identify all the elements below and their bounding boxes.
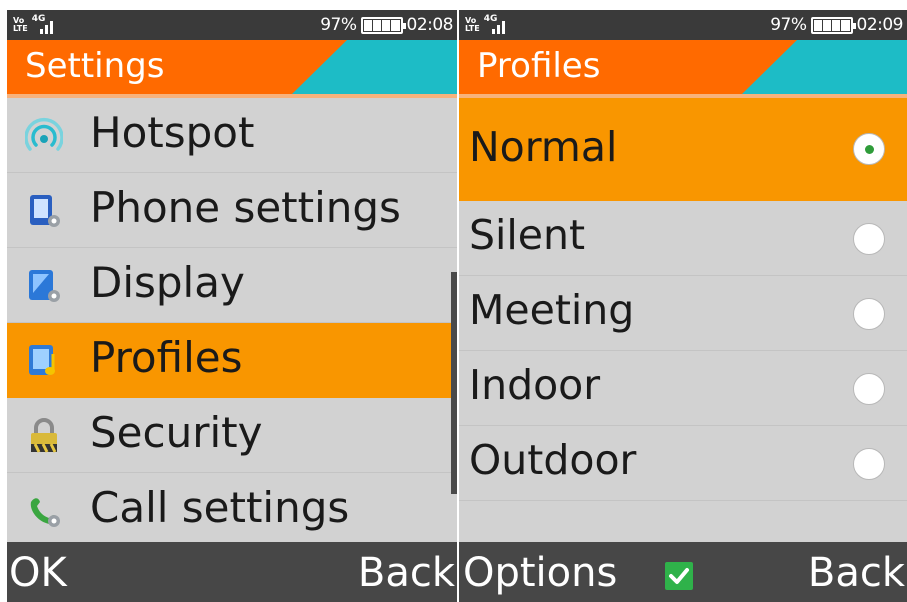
ok-softkey[interactable]: OK bbox=[9, 550, 67, 596]
profile-option-meeting[interactable]: Meeting bbox=[459, 276, 907, 351]
profiles-screen: Vo LTE 4G 97% 02:09 Profiles Normal Sile… bbox=[459, 10, 907, 602]
signal-icon: 4G bbox=[32, 14, 64, 36]
menu-item-security[interactable]: Security bbox=[7, 398, 457, 473]
display-icon bbox=[25, 267, 63, 305]
hotspot-icon bbox=[24, 117, 64, 155]
battery-icon bbox=[810, 16, 856, 34]
checkmark-icon[interactable] bbox=[665, 562, 693, 590]
menu-item-label: Security bbox=[90, 408, 263, 457]
page-title: Settings bbox=[25, 46, 165, 86]
menu-item-label: Call settings bbox=[90, 483, 350, 532]
softkey-bar: Options Back bbox=[459, 542, 907, 602]
menu-item-label: Hotspot bbox=[90, 108, 255, 157]
softkey-bar: OK Back bbox=[7, 542, 457, 602]
status-bar: Vo LTE 4G 97% 02:08 bbox=[7, 10, 457, 40]
volte-icon: Vo LTE bbox=[13, 16, 28, 33]
title-bar: Settings bbox=[7, 40, 457, 94]
status-bar: Vo LTE 4G 97% 02:09 bbox=[459, 10, 907, 40]
menu-item-hotspot[interactable]: Hotspot bbox=[7, 98, 457, 173]
menu-item-call-settings[interactable]: Call settings bbox=[7, 473, 457, 548]
radio-button-selected[interactable] bbox=[853, 133, 885, 165]
title-accent bbox=[742, 40, 907, 94]
title-bar: Profiles bbox=[459, 40, 907, 94]
radio-button[interactable] bbox=[853, 223, 885, 255]
clock: 02:09 bbox=[856, 15, 904, 35]
battery-percent: 97% bbox=[770, 15, 807, 35]
menu-item-label: Profiles bbox=[90, 333, 243, 382]
profile-option-outdoor[interactable]: Outdoor bbox=[459, 426, 907, 501]
menu-item-label: Display bbox=[90, 258, 245, 307]
profile-option-indoor[interactable]: Indoor bbox=[459, 351, 907, 426]
title-accent bbox=[292, 40, 457, 94]
volte-icon: Vo LTE bbox=[465, 16, 480, 33]
radio-button[interactable] bbox=[853, 298, 885, 330]
options-softkey[interactable]: Options bbox=[463, 550, 617, 596]
radio-button[interactable] bbox=[853, 373, 885, 405]
lock-icon bbox=[25, 417, 63, 455]
menu-item-phone-settings[interactable]: Phone settings bbox=[7, 173, 457, 248]
menu-item-display[interactable]: Display bbox=[7, 248, 457, 323]
profile-label: Silent bbox=[469, 211, 586, 259]
back-softkey[interactable]: Back bbox=[358, 550, 455, 596]
profile-option-silent[interactable]: Silent bbox=[459, 201, 907, 276]
menu-item-profiles[interactable]: Profiles bbox=[7, 323, 457, 398]
profile-label: Indoor bbox=[469, 361, 601, 409]
page-title: Profiles bbox=[477, 46, 601, 86]
profile-option-normal[interactable]: Normal bbox=[459, 98, 907, 201]
settings-screen: Vo LTE 4G 97% 02:08 Settings Hotspot Pho… bbox=[7, 10, 457, 602]
profile-label: Outdoor bbox=[469, 436, 637, 484]
call-settings-icon bbox=[25, 492, 63, 530]
scrollbar[interactable] bbox=[451, 272, 457, 494]
battery-icon bbox=[360, 16, 406, 34]
battery-percent: 97% bbox=[320, 15, 357, 35]
network-indicator: Vo LTE 4G bbox=[465, 14, 516, 36]
menu-item-label: Phone settings bbox=[90, 183, 401, 232]
profile-label: Normal bbox=[469, 123, 618, 171]
profiles-icon bbox=[25, 342, 63, 380]
radio-button[interactable] bbox=[853, 448, 885, 480]
phone-settings-icon bbox=[25, 192, 63, 230]
radio-dot-icon bbox=[864, 144, 874, 154]
signal-icon: 4G bbox=[484, 14, 516, 36]
profile-label: Meeting bbox=[469, 286, 635, 334]
network-indicator: Vo LTE 4G bbox=[13, 14, 64, 36]
back-softkey[interactable]: Back bbox=[808, 550, 905, 596]
clock: 02:08 bbox=[406, 15, 454, 35]
